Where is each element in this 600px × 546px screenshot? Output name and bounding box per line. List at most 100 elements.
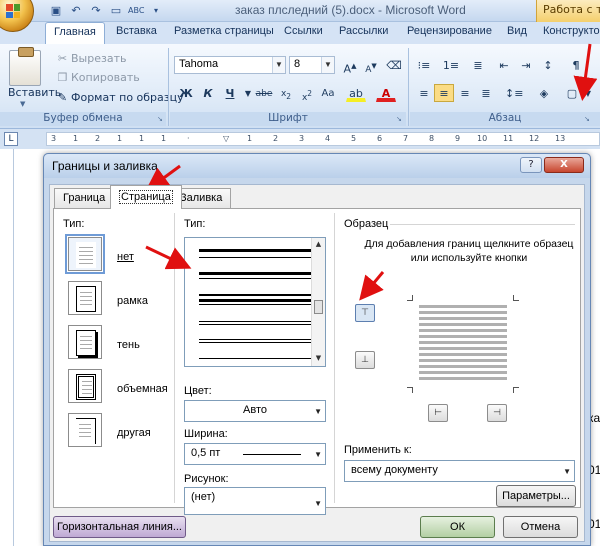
art-dropdown[interactable]: (нет) ▼	[184, 487, 326, 515]
tab-selector-icon[interactable]: L	[4, 132, 18, 146]
decrease-indent-icon[interactable]: ⇤	[494, 56, 514, 74]
line-style-option[interactable]	[199, 358, 311, 359]
tab-review[interactable]: Рецензирование	[407, 25, 492, 37]
clear-format-icon[interactable]: ⌫	[384, 56, 404, 74]
undo-icon[interactable]: ↶	[68, 3, 84, 19]
bold-button[interactable]: Ж	[176, 84, 196, 102]
superscript-button[interactable]: x2	[297, 84, 317, 103]
setting-none[interactable]	[65, 234, 105, 274]
close-button[interactable]: X	[544, 157, 584, 173]
right-border-button[interactable]: ⊣	[487, 404, 507, 422]
save-icon[interactable]: ▣	[48, 3, 64, 19]
highlight-icon[interactable]: ab	[346, 84, 366, 102]
subscript-button[interactable]: x2	[276, 84, 296, 102]
shading-icon[interactable]: ◈	[534, 84, 554, 102]
top-border-button[interactable]: ⊤	[355, 304, 375, 322]
line-spacing-icon[interactable]: ↕≡	[504, 84, 524, 102]
font-size-dropdown-icon[interactable]: ▼	[321, 57, 334, 73]
setting-box[interactable]	[68, 281, 102, 315]
bottom-border-button[interactable]: ⊥	[355, 351, 375, 369]
setting-shadow[interactable]	[68, 325, 102, 359]
underline-button[interactable]: Ч	[220, 84, 240, 102]
apply-to-dropdown-icon[interactable]: ▼	[563, 467, 571, 476]
shrink-font-icon[interactable]: A▼	[361, 56, 381, 75]
width-dropdown[interactable]: 0,5 пт ▼	[184, 443, 326, 465]
horizontal-ruler[interactable]: 3 1 2 1 1 1 · ▽ 1 2 3 4 5 6 7 8 9 10 11 12 13	[46, 132, 600, 146]
setting-custom[interactable]	[68, 413, 102, 447]
sort-icon[interactable]: ↕	[538, 56, 558, 74]
font-size-field[interactable]: 8 ▼	[289, 56, 335, 74]
strikethrough-button[interactable]: abe	[254, 84, 274, 102]
apply-to-dropdown[interactable]: всему документу ▼	[344, 460, 575, 482]
numbering-icon[interactable]: 1≡	[441, 56, 461, 74]
line-style-option[interactable]	[199, 339, 311, 340]
help-button[interactable]: ?	[520, 157, 542, 173]
spelling-icon[interactable]: ABC	[128, 3, 144, 19]
scroll-up-icon[interactable]: ▲	[312, 238, 325, 251]
setting-custom-label[interactable]: другая	[117, 427, 151, 439]
tab-page-layout[interactable]: Разметка страницы	[174, 25, 274, 37]
clipboard-launcher-icon[interactable]: ↘	[157, 115, 165, 123]
justify-icon[interactable]: ≣	[476, 84, 496, 102]
font-name-field[interactable]: Tahoma ▼	[174, 56, 286, 74]
horizontal-line-button[interactable]: Горизонтальная линия...	[53, 516, 186, 538]
redo-icon[interactable]: ↷	[88, 3, 104, 19]
setting-box-label[interactable]: рамка	[117, 295, 148, 307]
setting-3d-label[interactable]: объемная	[117, 383, 168, 395]
grow-font-icon[interactable]: A▲	[340, 56, 360, 76]
borders-icon[interactable]: ▢	[562, 84, 582, 102]
qat-dropdown-icon[interactable]: ▾	[148, 3, 164, 19]
tab-borders[interactable]: Граница	[54, 188, 115, 208]
tab-mailings[interactable]: Рассылки	[339, 25, 388, 37]
ok-button[interactable]: ОК	[420, 516, 495, 538]
paste-button[interactable]: Вставить	[8, 86, 61, 99]
scroll-thumb[interactable]	[314, 300, 323, 314]
font-color-icon[interactable]: A	[376, 84, 396, 102]
copy-button[interactable]: ❐ Копировать	[56, 71, 140, 84]
context-tab-table-tools[interactable]: Работа с таб	[536, 0, 600, 22]
art-dropdown-icon[interactable]: ▼	[314, 499, 322, 508]
color-dropdown-icon[interactable]: ▼	[314, 407, 322, 416]
increase-indent-icon[interactable]: ⇥	[516, 56, 536, 74]
setting-none-label[interactable]: нет	[117, 251, 134, 263]
align-center-icon[interactable]: ≡	[434, 84, 454, 102]
font-launcher-icon[interactable]: ↘	[396, 115, 404, 123]
borders-dropdown-icon[interactable]: ▼	[581, 84, 595, 102]
scroll-down-icon[interactable]: ▼	[312, 352, 325, 365]
line-style-option[interactable]	[199, 321, 311, 322]
align-left-icon[interactable]: ≡	[414, 84, 434, 102]
options-button[interactable]: Параметры...	[496, 485, 576, 507]
vertical-ruler[interactable]	[0, 149, 14, 546]
setting-3d[interactable]	[68, 369, 102, 403]
new-doc-icon[interactable]: ▭	[108, 3, 124, 19]
font-name-dropdown-icon[interactable]: ▼	[272, 57, 285, 73]
tab-design[interactable]: Конструкто	[543, 25, 600, 37]
tab-page-border[interactable]: Страница	[110, 185, 182, 209]
line-style-option[interactable]	[199, 294, 311, 296]
italic-button[interactable]: К	[198, 84, 218, 102]
color-dropdown[interactable]: Авто ▼	[184, 400, 326, 422]
tab-home[interactable]: Главная	[45, 22, 105, 44]
width-dropdown-icon[interactable]: ▼	[314, 450, 322, 459]
cancel-button[interactable]: Отмена	[503, 516, 578, 538]
line-style-option[interactable]	[199, 249, 311, 252]
left-border-button[interactable]: ⊢	[428, 404, 448, 422]
line-style-option[interactable]	[199, 272, 311, 275]
line-style-list[interactable]: ▲ ▼	[184, 237, 326, 367]
align-right-icon[interactable]: ≡	[455, 84, 475, 102]
paste-icon[interactable]	[9, 47, 41, 86]
show-marks-icon[interactable]: ¶	[566, 56, 586, 74]
setting-shadow-label[interactable]: тень	[117, 339, 140, 351]
tab-view[interactable]: Вид	[507, 25, 527, 37]
paste-dropdown-icon[interactable]: ▼	[20, 100, 28, 108]
line-style-scrollbar[interactable]: ▲ ▼	[311, 238, 325, 366]
multilevel-list-icon[interactable]: ≣	[468, 56, 488, 74]
change-case-icon[interactable]: Aa	[318, 84, 338, 102]
tab-references[interactable]: Ссылки	[284, 25, 323, 37]
cut-button[interactable]: ✂ Вырезать	[56, 52, 127, 65]
bullets-icon[interactable]: ⁝≡	[414, 56, 434, 74]
preview-area[interactable]	[407, 295, 519, 393]
paragraph-launcher-icon[interactable]: ↘	[584, 115, 592, 123]
tab-insert[interactable]: Вставка	[116, 25, 157, 37]
format-painter-button[interactable]: ✎ Формат по образцу	[56, 91, 184, 104]
